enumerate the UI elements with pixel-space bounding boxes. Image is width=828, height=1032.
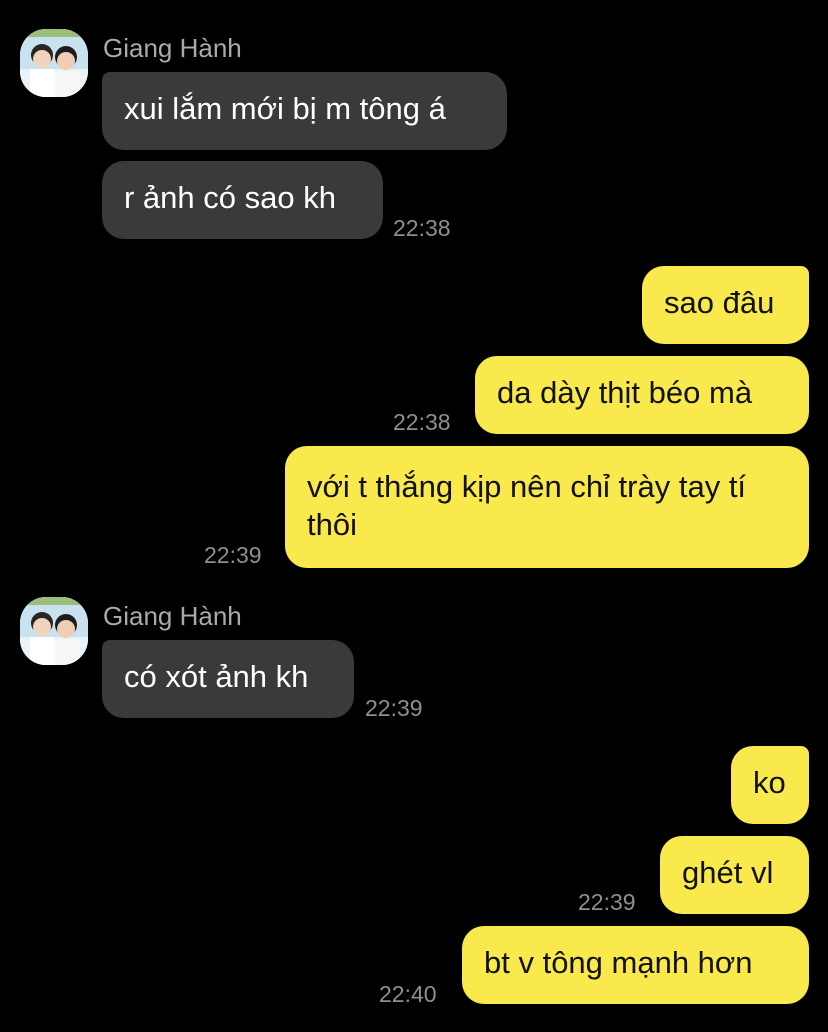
message-text: có xót ảnh kh bbox=[124, 659, 309, 694]
message-text: với t thắng kịp nên chỉ trày tay tí thôi bbox=[307, 469, 747, 542]
message-bubble-outgoing[interactable]: với t thắng kịp nên chỉ trày tay tí thôi bbox=[285, 446, 809, 568]
sender-name: Giang Hành bbox=[103, 33, 242, 63]
message-bubble-outgoing[interactable]: bt v tông mạnh hơn bbox=[462, 926, 809, 1004]
avatar-photo-icon bbox=[20, 597, 88, 665]
message-text: bt v tông mạnh hơn bbox=[484, 945, 753, 980]
message-bubble-outgoing[interactable]: sao đâu bbox=[642, 266, 809, 344]
message-text: sao đâu bbox=[664, 285, 775, 320]
message-bubble-outgoing[interactable]: ghét vl bbox=[660, 836, 809, 914]
message-timestamp: 22:38 bbox=[393, 409, 451, 435]
avatar[interactable] bbox=[20, 29, 88, 97]
sender-name: Giang Hành bbox=[103, 601, 242, 631]
message-text: ghét vl bbox=[682, 855, 774, 890]
avatar-photo-icon bbox=[20, 29, 88, 97]
message-text: r ảnh có sao kh bbox=[124, 180, 336, 215]
message-timestamp: 22:39 bbox=[578, 889, 636, 915]
message-timestamp: 22:40 bbox=[379, 981, 437, 1007]
message-timestamp: 22:39 bbox=[204, 542, 262, 568]
message-bubble-incoming[interactable]: r ảnh có sao kh bbox=[102, 161, 383, 239]
message-text: xui lắm mới bị m tông á bbox=[124, 91, 446, 126]
message-timestamp: 22:39 bbox=[365, 695, 423, 721]
message-bubble-outgoing[interactable]: da dày thịt béo mà bbox=[475, 356, 809, 434]
message-bubble-incoming[interactable]: có xót ảnh kh bbox=[102, 640, 354, 718]
message-bubble-outgoing[interactable]: ko bbox=[731, 746, 809, 824]
message-timestamp: 22:38 bbox=[393, 215, 451, 241]
message-text: da dày thịt béo mà bbox=[497, 375, 753, 410]
avatar[interactable] bbox=[20, 597, 88, 665]
message-bubble-incoming[interactable]: xui lắm mới bị m tông á bbox=[102, 72, 507, 150]
message-text: ko bbox=[753, 765, 786, 800]
